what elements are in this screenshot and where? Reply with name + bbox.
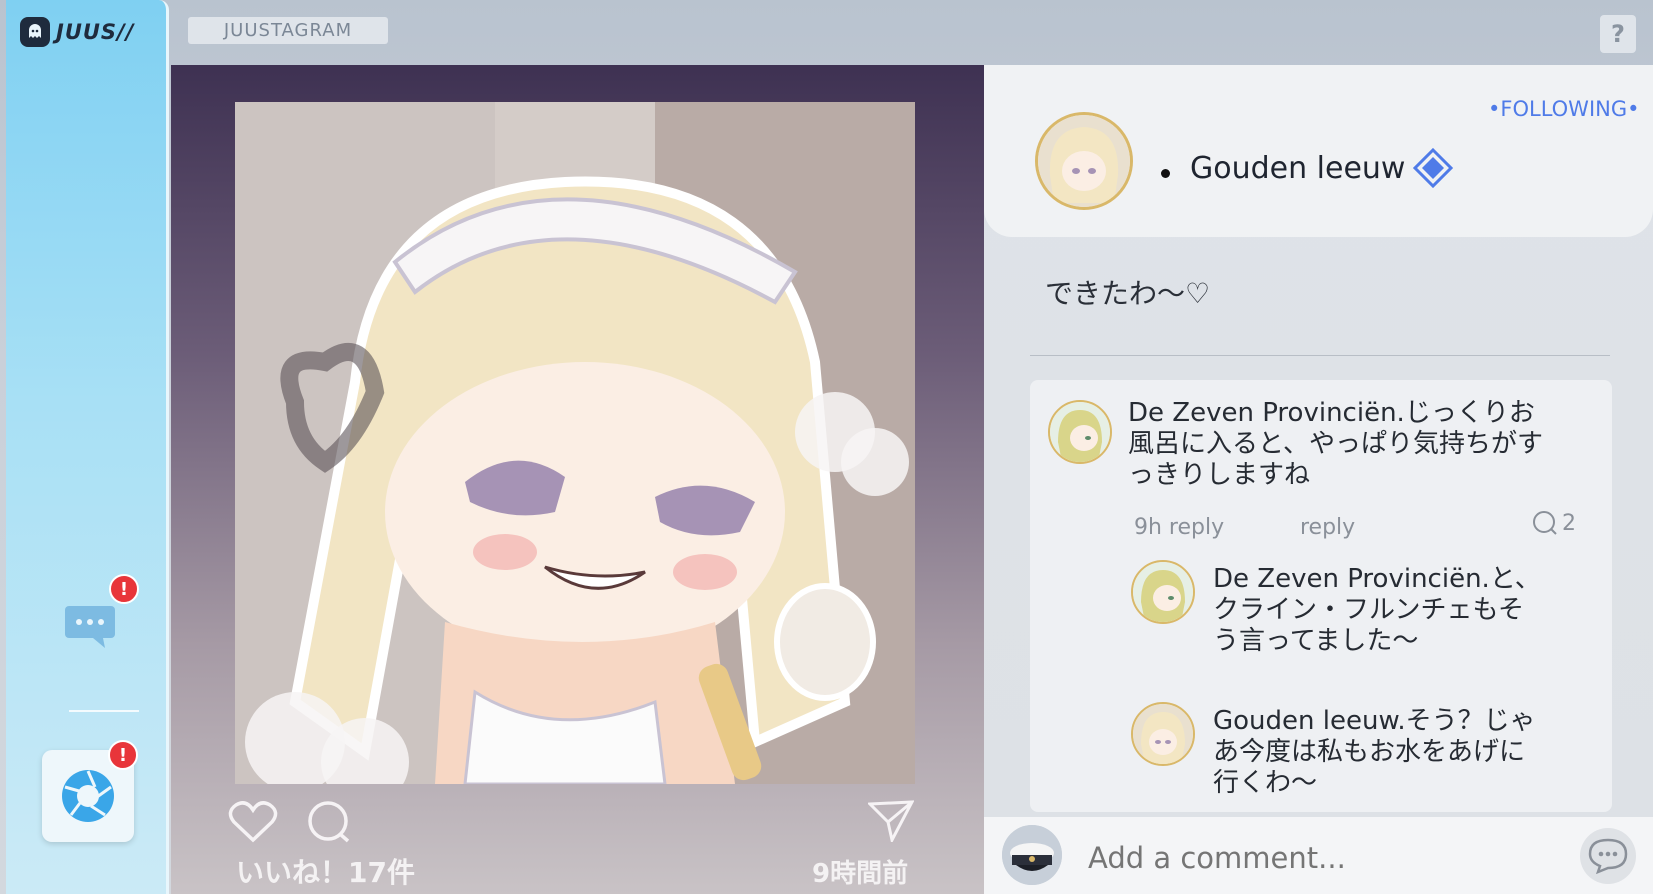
online-dot — [1161, 169, 1170, 178]
post-image[interactable] — [235, 102, 915, 784]
comment-body: 行くわ〜 — [1213, 768, 1318, 798]
profile-name[interactable]: Gouden leeuw — [1190, 148, 1454, 188]
comments-list[interactable]: De Zeven Provinciën.じっくりお 風呂に入ると、やっぱり気持ち… — [1030, 380, 1612, 812]
comment-avatar[interactable] — [1131, 702, 1195, 766]
caption-divider — [1030, 355, 1610, 356]
comment-body: っきりしますね — [1128, 460, 1311, 490]
sidebar: JUUS// ! ! — [6, 0, 169, 894]
comment-icon[interactable] — [306, 800, 352, 844]
reply-count-value: 2 — [1562, 510, 1576, 536]
post-time: 9時間前 — [812, 859, 909, 889]
reply-button[interactable]: reply — [1300, 515, 1355, 540]
comment-body: じっくりお — [1404, 398, 1535, 428]
camera-badge: ! — [108, 740, 138, 770]
comment-body: 風呂に入ると、やっぱり気持ちがす — [1128, 429, 1543, 459]
user-avatar[interactable] — [1002, 825, 1062, 885]
verified-badge-icon — [1413, 148, 1454, 188]
comment-item: De Zeven Provinciën.じっくりお 風呂に入ると、やっぱり気持ち… — [1030, 380, 1612, 550]
comment-body: と、 — [1489, 564, 1541, 594]
sidebar-divider — [69, 710, 139, 712]
heart-icon[interactable] — [228, 800, 278, 844]
post-caption: できたわ〜♡ — [1045, 277, 1211, 310]
comment-author[interactable]: De Zeven Provinciën. — [1128, 398, 1405, 428]
profile-avatar[interactable] — [1035, 112, 1133, 210]
shutter-icon — [62, 770, 114, 822]
profile-name-text: Gouden leeuw — [1190, 150, 1406, 186]
help-button[interactable]: ? — [1600, 15, 1636, 53]
captain-hat-icon — [1002, 825, 1062, 885]
reply-count[interactable]: 2 — [1532, 510, 1576, 536]
chibi-illustration — [235, 102, 915, 784]
chat-bubble-icon — [65, 606, 115, 648]
comment-input[interactable] — [1088, 838, 1518, 878]
like-count: いいね！17件 — [236, 856, 415, 889]
brand-logo[interactable]: JUUS// — [20, 16, 134, 48]
comment-author[interactable]: De Zeven Provinciën. — [1213, 564, 1490, 594]
messages-button[interactable]: ! — [63, 574, 139, 648]
following-button[interactable]: •FOLLOWING• — [1488, 97, 1640, 121]
comment-icon — [1533, 511, 1557, 535]
brand-text: JUUS// — [56, 20, 135, 44]
comment-item: Gouden leeuw.そう？じゃ あ今度は私もお水をあげに 行くわ〜 — [1030, 702, 1612, 812]
chat-bubble-icon — [1588, 838, 1628, 874]
ghost-icon — [20, 17, 50, 47]
comment-body: あ今度は私もお水をあげに — [1213, 737, 1526, 767]
camera-button[interactable]: ! — [42, 740, 138, 842]
app-tab-title: JUUSTAGRAM — [188, 17, 388, 44]
comment-body: う言ってました〜 — [1213, 626, 1419, 656]
comment-submit-button[interactable] — [1580, 828, 1636, 884]
comment-author[interactable]: Gouden leeuw. — [1213, 706, 1406, 736]
comment-time: 9h reply — [1134, 515, 1225, 540]
messages-badge: ! — [109, 574, 139, 604]
send-icon[interactable] — [868, 800, 914, 842]
comment-avatar[interactable] — [1048, 400, 1112, 464]
comment-body: クライン・フルンチェもそ — [1213, 595, 1524, 625]
comment-avatar[interactable] — [1131, 560, 1195, 624]
comment-body: そう？じゃ — [1405, 706, 1536, 736]
comment-item: De Zeven Provinciën.と、 クライン・フルンチェもそ う言って… — [1030, 560, 1612, 690]
